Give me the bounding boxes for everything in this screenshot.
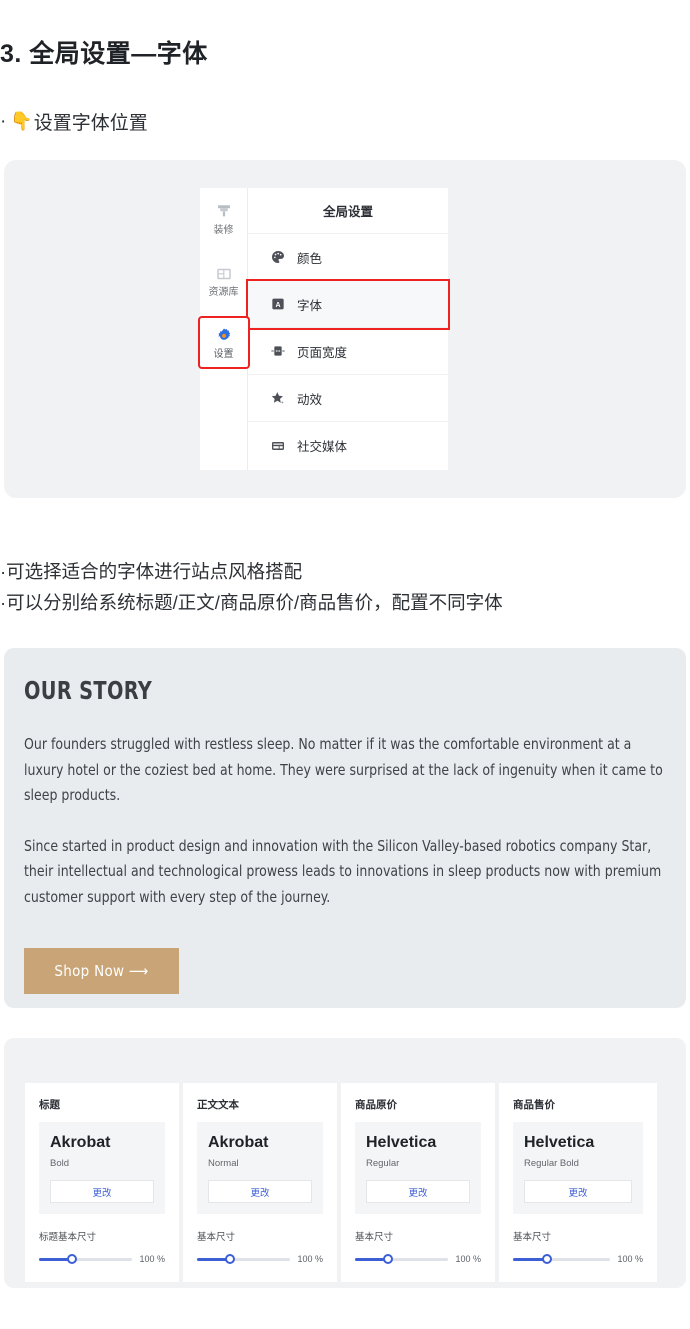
star-sparkle-icon	[271, 392, 284, 404]
font-card-heading: 正文文本	[197, 1099, 239, 1111]
page-root: 3. 全局设置—字体 · 👇 设置字体位置 装修 资源库 设置 全局设置 颜色 …	[0, 0, 690, 1329]
size-slider-row: 100 %	[355, 1254, 481, 1264]
size-slider-row: 100 %	[513, 1254, 643, 1264]
size-slider-row: 100 %	[39, 1254, 165, 1264]
slider-value: 100 %	[297, 1254, 323, 1264]
subtitle-line: · 👇 设置字体位置	[0, 108, 148, 135]
font-name: Akrobat	[208, 1134, 269, 1151]
story-heading: OUR STORY	[24, 676, 153, 705]
font-card-heading: 标题	[39, 1099, 60, 1111]
panel-header-title: 全局设置	[248, 188, 448, 234]
slider-thumb[interactable]	[542, 1254, 553, 1264]
font-card-title: 标题 Akrobat Bold 更改 标题基本尺寸 100 %	[25, 1083, 183, 1282]
bullet-list: ·可选择适合的字体进行站点风格搭配 ·可以分别给系统标题/正文/商品原价/商品售…	[0, 556, 690, 618]
sidebar-item-label: 资源库	[208, 287, 239, 298]
font-cards-row: 标题 Akrobat Bold 更改 标题基本尺寸 100 % 正文文本 Akr…	[25, 1083, 657, 1282]
change-font-button[interactable]: 更改	[208, 1180, 312, 1203]
story-paragraph: Our founders struggled with restless sle…	[24, 735, 663, 804]
svg-text:A: A	[275, 302, 280, 309]
settings-row-label: 颜色	[297, 251, 323, 266]
slider-value: 100 %	[617, 1254, 643, 1264]
font-preview-box: Akrobat Normal 更改	[197, 1122, 323, 1214]
font-weight: Bold	[50, 1158, 70, 1169]
slider-value: 100 %	[455, 1254, 481, 1264]
settings-row-social-media[interactable]: 社交媒体	[248, 422, 448, 469]
shop-now-button[interactable]: Shop Now ⟶	[24, 948, 179, 994]
size-label: 基本尺寸	[355, 1232, 394, 1243]
gear-icon	[217, 328, 230, 340]
font-letter-a-icon: A	[272, 298, 284, 310]
list-item: ·可以分别给系统标题/正文/商品原价/商品售价，配置不同字体	[0, 592, 503, 613]
settings-list: 全局设置 颜色 A 字体 页面宽度 动效 社交媒体	[246, 188, 450, 470]
size-slider[interactable]	[513, 1254, 611, 1264]
library-grid-icon	[216, 268, 231, 280]
font-preview-box: Helvetica Regular 更改	[355, 1122, 481, 1214]
editor-sidebar-rail: 装修 资源库 设置	[197, 188, 250, 470]
settings-row-label: 字体	[297, 298, 323, 313]
size-slider-row: 100 %	[197, 1254, 323, 1264]
size-slider[interactable]	[197, 1254, 291, 1264]
font-card-body-text: 正文文本 Akrobat Normal 更改 基本尺寸 100 %	[183, 1083, 341, 1282]
slider-thumb[interactable]	[224, 1254, 235, 1264]
font-preview-box: Helvetica Regular Bold 更改	[513, 1122, 643, 1214]
slider-thumb[interactable]	[382, 1254, 393, 1264]
sidebar-item-library[interactable]: 资源库	[200, 256, 248, 305]
pointing-down-hand-icon: 👇	[10, 111, 33, 131]
size-label: 基本尺寸	[197, 1232, 236, 1243]
sidebar-item-decoration[interactable]: 装修	[200, 194, 248, 243]
font-preview-box: Akrobat Bold 更改	[39, 1122, 165, 1214]
settings-row-label: 社交媒体	[297, 440, 348, 454]
global-settings-panel: 装修 资源库 设置 全局设置 颜色 A 字体 页面宽度 动效 社交媒体	[197, 188, 450, 470]
font-weight: Normal	[208, 1158, 239, 1169]
size-label: 标题基本尺寸	[39, 1232, 97, 1243]
page-title: 3. 全局设置—字体	[0, 40, 208, 68]
settings-row-font[interactable]: A 字体	[246, 279, 450, 330]
slider-value: 100 %	[139, 1254, 165, 1264]
social-media-card-icon	[272, 441, 284, 450]
panel-screenshot-container: 装修 资源库 设置 全局设置 颜色 A 字体 页面宽度 动效 社交媒体	[4, 160, 686, 498]
sidebar-item-settings[interactable]: 设置	[197, 316, 250, 369]
subtitle-text: 设置字体位置	[33, 113, 148, 134]
change-font-button[interactable]: 更改	[366, 1180, 470, 1203]
font-card-sale-price: 商品售价 Helvetica Regular Bold 更改 基本尺寸 100 …	[499, 1083, 657, 1282]
font-name: Akrobat	[50, 1134, 111, 1151]
size-slider[interactable]	[355, 1254, 449, 1264]
size-slider[interactable]	[39, 1254, 133, 1264]
settings-row-label: 页面宽度	[297, 345, 348, 360]
settings-row-label: 动效	[297, 392, 323, 407]
list-item: ·可选择适合的字体进行站点风格搭配	[0, 561, 303, 582]
font-name: Helvetica	[366, 1134, 437, 1151]
story-preview-section: OUR STORY Our founders struggled with re…	[4, 648, 686, 1008]
font-card-heading: 商品原价	[355, 1099, 397, 1111]
sidebar-item-label: 装修	[213, 225, 234, 236]
bullet-marker: ·	[0, 110, 7, 132]
settings-row-page-width[interactable]: 页面宽度	[248, 328, 448, 375]
palette-icon	[272, 251, 285, 263]
font-weight: Regular	[366, 1158, 400, 1169]
page-width-icon	[271, 346, 285, 356]
font-weight: Regular Bold	[524, 1158, 579, 1169]
sidebar-item-label: 设置	[213, 349, 234, 360]
font-card-original-price: 商品原价 Helvetica Regular 更改 基本尺寸 100 %	[341, 1083, 499, 1282]
size-label: 基本尺寸	[513, 1232, 552, 1243]
settings-row-color[interactable]: 颜色	[248, 234, 448, 281]
font-card-heading: 商品售价	[513, 1099, 555, 1111]
story-paragraph: Since started in product design and inno…	[24, 836, 662, 906]
settings-row-animation[interactable]: 动效	[248, 375, 448, 422]
font-name: Helvetica	[524, 1134, 595, 1151]
change-font-button[interactable]: 更改	[50, 1180, 154, 1203]
slider-thumb[interactable]	[66, 1254, 77, 1264]
font-cards-container: 标题 Akrobat Bold 更改 标题基本尺寸 100 % 正文文本 Akr…	[4, 1038, 686, 1288]
paint-brush-icon	[217, 205, 230, 217]
change-font-button[interactable]: 更改	[524, 1180, 632, 1203]
